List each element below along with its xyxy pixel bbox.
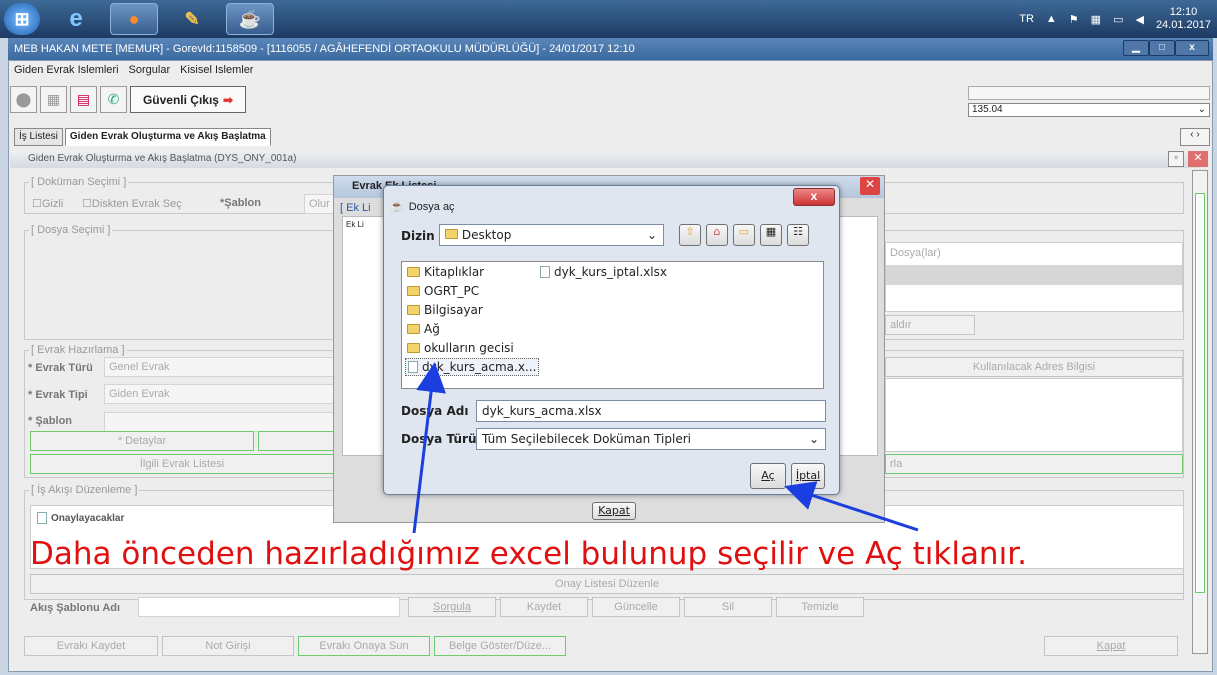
annotation-text: Daha önceden hazırladığımız excel bulunu… (30, 536, 1027, 572)
arrow-to-ac (784, 481, 919, 532)
arrow-to-file (412, 362, 447, 534)
annotation-arrows (412, 362, 919, 534)
